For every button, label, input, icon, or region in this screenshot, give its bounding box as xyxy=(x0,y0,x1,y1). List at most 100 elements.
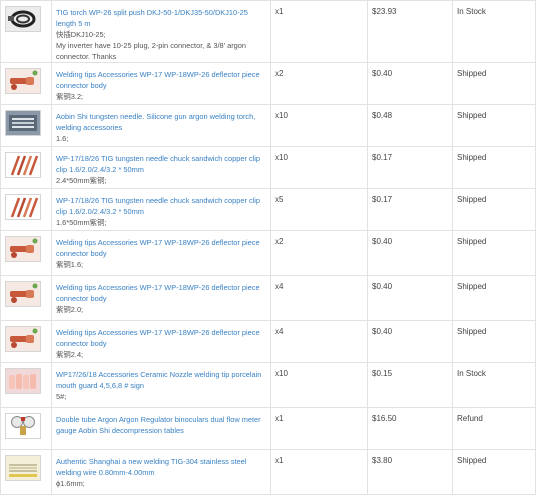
status-value: Shipped xyxy=(457,153,487,162)
price-cell: $0.40 xyxy=(367,230,453,276)
product-option-note: 1.6; xyxy=(56,134,69,143)
description-cell: TIG torch WP-26 split push DKJ-50-1/DKJ3… xyxy=(51,0,271,63)
product-title-link[interactable]: WP-17/18/26 TIG tungsten needle chuck sa… xyxy=(56,195,266,217)
description-cell: Welding tips Accessories WP-17 WP-18WP-2… xyxy=(51,230,271,276)
status-cell: Shipped xyxy=(452,275,536,321)
order-items-table: TIG torch WP-26 split push DKJ-50-1/DKJ3… xyxy=(0,0,536,495)
quantity-cell: x10 xyxy=(270,146,368,189)
product-option-note: 1.6*50mm紫铜; xyxy=(56,218,107,227)
order-item-row: Welding tips Accessories WP-17 WP-18WP-2… xyxy=(0,275,536,321)
quantity-value: x10 xyxy=(275,111,288,120)
price-value: $0.40 xyxy=(372,69,393,78)
quantity-cell: x4 xyxy=(270,275,368,321)
price-value: $0.48 xyxy=(372,111,393,120)
price-value: $16.50 xyxy=(372,414,397,423)
price-value: $0.17 xyxy=(372,153,393,162)
product-thumbnail[interactable] xyxy=(5,326,41,352)
order-item-row: TIG torch WP-26 split push DKJ-50-1/DKJ3… xyxy=(0,0,536,63)
order-items-body: TIG torch WP-26 split push DKJ-50-1/DKJ3… xyxy=(0,0,536,495)
product-title-link[interactable]: Welding tips Accessories WP-17 WP-18WP-2… xyxy=(56,282,266,304)
status-cell: Shipped xyxy=(452,188,536,231)
quantity-value: x10 xyxy=(275,153,288,162)
status-value: Shipped xyxy=(457,456,487,465)
order-item-row: Authentic Shanghai a new welding TIG-304… xyxy=(0,449,536,495)
description-cell: Double tube Argon Argon Regulator binocu… xyxy=(51,407,271,450)
thumbnail-cell xyxy=(0,275,52,321)
product-title-link[interactable]: WP-17/18/26 TIG tungsten needle chuck sa… xyxy=(56,153,266,175)
product-title-link[interactable]: Authentic Shanghai a new welding TIG-304… xyxy=(56,456,266,478)
price-value: $0.15 xyxy=(372,369,393,378)
quantity-cell: x2 xyxy=(270,230,368,276)
product-option-note: 紫铜2.0; xyxy=(56,305,84,314)
price-value: $23.93 xyxy=(372,7,397,16)
description-cell: Aobin Shi tungsten needle. Silicone gun … xyxy=(51,104,271,147)
order-item-row: Welding tips Accessories WP-17 WP-18WP-2… xyxy=(0,320,536,363)
product-thumbnail[interactable] xyxy=(5,413,41,439)
description-cell: Welding tips Accessories WP-17 WP-18WP-2… xyxy=(51,62,271,105)
product-thumbnail[interactable] xyxy=(5,110,41,136)
product-thumbnail[interactable] xyxy=(5,281,41,307)
description-cell: Authentic Shanghai a new welding TIG-304… xyxy=(51,449,271,495)
product-title-link[interactable]: Double tube Argon Argon Regulator binocu… xyxy=(56,414,266,436)
status-cell: Shipped xyxy=(452,230,536,276)
quantity-value: x1 xyxy=(275,7,284,16)
product-title-link[interactable]: WP17/26/18 Accessories Ceramic Nozzle we… xyxy=(56,369,266,391)
description-cell: WP-17/18/26 TIG tungsten needle chuck sa… xyxy=(51,146,271,189)
thumbnail-cell xyxy=(0,104,52,147)
product-thumbnail[interactable] xyxy=(5,368,41,394)
status-cell: Shipped xyxy=(452,146,536,189)
product-title-link[interactable]: Welding tips Accessories WP-17 WP-18WP-2… xyxy=(56,237,266,259)
status-value: Refund xyxy=(457,414,483,423)
status-value: Shipped xyxy=(457,195,487,204)
price-cell: $16.50 xyxy=(367,407,453,450)
status-cell: In Stock xyxy=(452,362,536,408)
description-cell: WP-17/18/26 TIG tungsten needle chuck sa… xyxy=(51,188,271,231)
price-cell: $0.15 xyxy=(367,362,453,408)
quantity-value: x4 xyxy=(275,327,284,336)
price-value: $0.40 xyxy=(372,282,393,291)
thumbnail-cell xyxy=(0,146,52,189)
price-cell: $23.93 xyxy=(367,0,453,63)
product-title-link[interactable]: TIG torch WP-26 split push DKJ-50-1/DKJ3… xyxy=(56,7,266,29)
status-value: In Stock xyxy=(457,7,486,16)
product-title-link[interactable]: Welding tips Accessories WP-17 WP-18WP-2… xyxy=(56,327,266,349)
product-thumbnail[interactable] xyxy=(5,236,41,262)
product-thumbnail[interactable] xyxy=(5,194,41,220)
product-title-link[interactable]: Welding tips Accessories WP-17 WP-18WP-2… xyxy=(56,69,266,91)
status-cell: Shipped xyxy=(452,449,536,495)
price-value: $0.40 xyxy=(372,327,393,336)
quantity-cell: x4 xyxy=(270,320,368,363)
product-thumbnail[interactable] xyxy=(5,6,41,32)
quantity-value: x1 xyxy=(275,414,284,423)
thumbnail-cell xyxy=(0,320,52,363)
product-option-note: 2.4*50mm紫铜; xyxy=(56,176,107,185)
product-option-note: 紫铜3.2; xyxy=(56,92,84,101)
order-item-row: WP-17/18/26 TIG tungsten needle chuck sa… xyxy=(0,146,536,189)
status-value: Shipped xyxy=(457,282,487,291)
status-value: Shipped xyxy=(457,111,487,120)
description-cell: Welding tips Accessories WP-17 WP-18WP-2… xyxy=(51,320,271,363)
product-title-link[interactable]: Aobin Shi tungsten needle. Silicone gun … xyxy=(56,111,266,133)
order-item-row: Double tube Argon Argon Regulator binocu… xyxy=(0,407,536,450)
quantity-value: x4 xyxy=(275,282,284,291)
quantity-cell: x1 xyxy=(270,449,368,495)
status-cell: Shipped xyxy=(452,62,536,105)
status-value: Shipped xyxy=(457,327,487,336)
product-thumbnail[interactable] xyxy=(5,152,41,178)
quantity-cell: x1 xyxy=(270,0,368,63)
order-item-row: Welding tips Accessories WP-17 WP-18WP-2… xyxy=(0,230,536,276)
description-cell: Welding tips Accessories WP-17 WP-18WP-2… xyxy=(51,275,271,321)
price-cell: $0.48 xyxy=(367,104,453,147)
product-option-note: 紫铜1.6; xyxy=(56,260,84,269)
quantity-value: x2 xyxy=(275,237,284,246)
order-item-row: WP17/26/18 Accessories Ceramic Nozzle we… xyxy=(0,362,536,408)
product-thumbnail[interactable] xyxy=(5,455,41,481)
description-cell: WP17/26/18 Accessories Ceramic Nozzle we… xyxy=(51,362,271,408)
product-thumbnail[interactable] xyxy=(5,68,41,94)
thumbnail-cell xyxy=(0,362,52,408)
quantity-cell: x5 xyxy=(270,188,368,231)
status-cell: Shipped xyxy=(452,320,536,363)
status-cell: Refund xyxy=(452,407,536,450)
status-cell: Shipped xyxy=(452,104,536,147)
thumbnail-cell xyxy=(0,449,52,495)
